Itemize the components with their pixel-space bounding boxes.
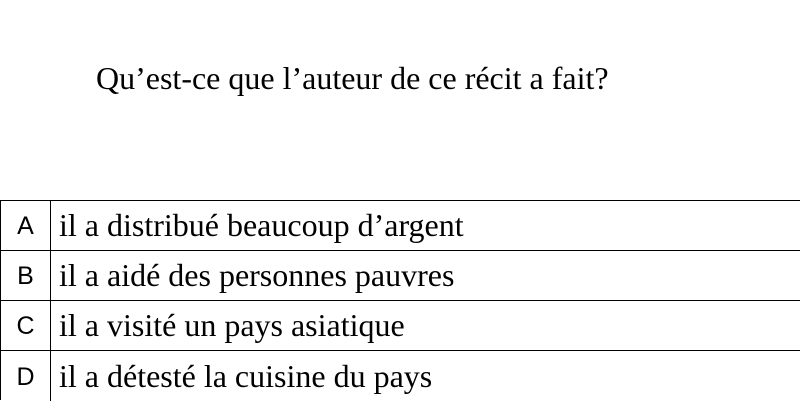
option-letter: A: [1, 201, 51, 250]
answer-option-b[interactable]: B il a aidé des personnes pauvres: [1, 251, 800, 301]
answer-option-a[interactable]: A il a distribué beaucoup d’argent: [1, 201, 800, 251]
option-text: il a détesté la cuisine du pays: [59, 357, 433, 394]
answer-option-c[interactable]: C il a visité un pays asiatique: [1, 301, 800, 351]
answer-option-d[interactable]: D il a détesté la cuisine du pays: [1, 351, 800, 401]
option-letter: D: [1, 351, 51, 401]
option-text: il a visité un pays asiatique: [59, 307, 405, 343]
option-text: il a distribué beaucoup d’argent: [59, 207, 464, 243]
option-letter: C: [1, 301, 51, 350]
option-letter: B: [1, 251, 51, 300]
question-text: Qu’est-ce que l’auteur de ce récit a fai…: [96, 60, 609, 96]
option-text: il a aidé des personnes pauvres: [59, 257, 455, 293]
answer-table: A il a distribué beaucoup d’argent B il …: [0, 200, 800, 401]
